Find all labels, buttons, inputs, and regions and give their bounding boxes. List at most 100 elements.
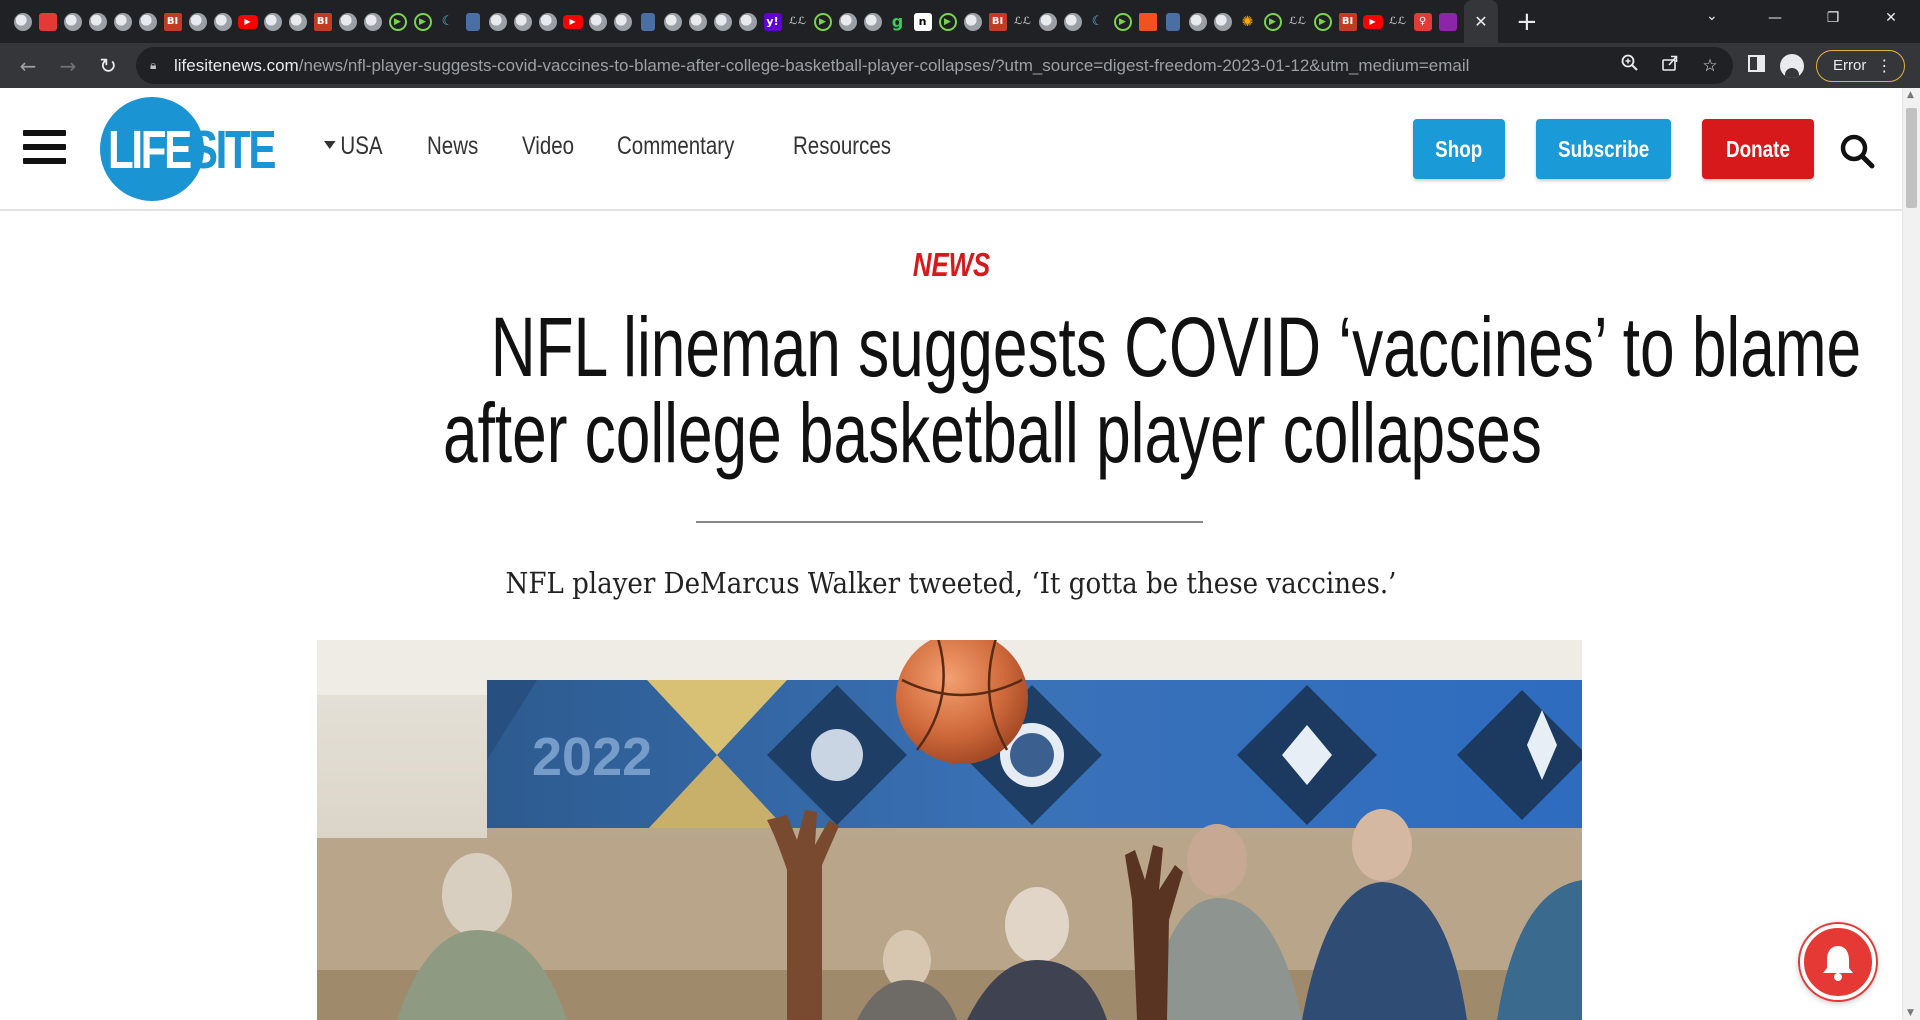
browser-tab[interactable]: [835, 0, 860, 43]
browser-tab[interactable]: [510, 0, 535, 43]
browser-tab[interactable]: BI: [985, 0, 1010, 43]
browser-tab[interactable]: [210, 0, 235, 43]
url-text[interactable]: lifesitenews.com/news/nfl-player-suggest…: [174, 56, 1469, 76]
browser-tab[interactable]: [1435, 0, 1460, 43]
browser-tab[interactable]: [110, 0, 135, 43]
browser-tab[interactable]: [660, 0, 685, 43]
minimize-button[interactable]: —: [1746, 10, 1804, 26]
donate-button[interactable]: Donate: [1702, 119, 1814, 179]
active-tab[interactable]: ✕: [1464, 0, 1498, 43]
bell-icon: [1823, 946, 1853, 981]
browser-tab[interactable]: [10, 0, 35, 43]
browser-tab[interactable]: ▶: [1260, 0, 1285, 43]
browser-tab[interactable]: ▶: [810, 0, 835, 43]
browser-tab[interactable]: ☾: [1085, 0, 1110, 43]
browser-tab[interactable]: [335, 0, 360, 43]
close-tab-icon[interactable]: ✕: [1474, 12, 1487, 31]
close-window-button[interactable]: ✕: [1862, 10, 1920, 26]
restore-button[interactable]: ❐: [1804, 10, 1862, 26]
nav-news[interactable]: News: [427, 132, 478, 161]
browser-tab[interactable]: y!: [760, 0, 785, 43]
page-scrollbar[interactable]: ▲ ▼: [1902, 88, 1920, 1020]
browser-tab[interactable]: ▶: [1360, 0, 1385, 43]
browser-tab[interactable]: [1060, 0, 1085, 43]
globe-favicon-icon: [188, 12, 207, 31]
scroll-down-icon[interactable]: ▼: [1907, 1008, 1914, 1018]
browser-tab[interactable]: BI: [310, 0, 335, 43]
browser-tab[interactable]: ▶: [410, 0, 435, 43]
address-bar[interactable]: 🔒︎ lifesitenews.com/news/nfl-player-sugg…: [136, 47, 1733, 84]
scroll-thumb[interactable]: [1906, 108, 1917, 208]
browser-tab[interactable]: [60, 0, 85, 43]
browser-tab[interactable]: [360, 0, 385, 43]
region-selector[interactable]: USA: [324, 132, 383, 161]
side-panel-icon[interactable]: [1744, 54, 1768, 77]
browser-tab[interactable]: ▶: [1310, 0, 1335, 43]
browser-tab[interactable]: [735, 0, 760, 43]
browser-tab[interactable]: [960, 0, 985, 43]
profile-avatar-icon[interactable]: [1780, 53, 1804, 78]
subscribe-button[interactable]: Subscribe: [1536, 119, 1671, 179]
browser-tab[interactable]: ℒℒ: [1010, 0, 1035, 43]
browser-tab[interactable]: [1185, 0, 1210, 43]
browser-tab[interactable]: [460, 0, 485, 43]
browser-tab[interactable]: [1035, 0, 1060, 43]
browser-tab[interactable]: ▶: [1110, 0, 1135, 43]
nav-commentary[interactable]: Commentary: [617, 132, 734, 161]
browser-tab[interactable]: BI: [160, 0, 185, 43]
lifesite-logo[interactable]: LIFESITE: [100, 97, 277, 201]
browser-tab[interactable]: ▶: [935, 0, 960, 43]
share-icon[interactable]: [1657, 54, 1683, 77]
globe-favicon-icon: [488, 12, 507, 31]
zoom-icon[interactable]: [1617, 54, 1643, 77]
browser-tab[interactable]: ☾: [435, 0, 460, 43]
forward-button[interactable]: →: [48, 46, 88, 86]
browser-tab[interactable]: ℒℒ: [1285, 0, 1310, 43]
browser-tab[interactable]: ▶: [385, 0, 410, 43]
browser-tab[interactable]: ▶: [560, 0, 585, 43]
browser-tab[interactable]: [535, 0, 560, 43]
browser-tab[interactable]: BI: [1335, 0, 1360, 43]
caret-down-icon: [324, 141, 336, 150]
back-button[interactable]: ←: [8, 46, 48, 86]
browser-tab[interactable]: [860, 0, 885, 43]
browser-tab[interactable]: g: [885, 0, 910, 43]
browser-tab[interactable]: [85, 0, 110, 43]
bookmark-star-icon[interactable]: ☆: [1697, 56, 1723, 76]
browser-tab[interactable]: [685, 0, 710, 43]
notification-bell-button[interactable]: [1800, 924, 1876, 1000]
browser-tab[interactable]: ♀: [1410, 0, 1435, 43]
new-tab-button[interactable]: +: [1516, 9, 1538, 35]
browser-tab[interactable]: n: [910, 0, 935, 43]
browser-tab[interactable]: [185, 0, 210, 43]
browser-tab[interactable]: ✺: [1235, 0, 1260, 43]
browser-tab[interactable]: [1210, 0, 1235, 43]
browser-tab[interactable]: [710, 0, 735, 43]
shop-button[interactable]: Shop: [1413, 119, 1505, 179]
tab-search-icon[interactable]: ⌄: [1706, 8, 1718, 24]
browser-tab[interactable]: ℒℒ: [1385, 0, 1410, 43]
browser-tab[interactable]: [485, 0, 510, 43]
browser-tab[interactable]: [135, 0, 160, 43]
browser-tab[interactable]: ℒℒ: [785, 0, 810, 43]
browser-tab[interactable]: ▶: [235, 0, 260, 43]
browser-tab[interactable]: [1160, 0, 1185, 43]
play-favicon-icon: ▶: [938, 12, 957, 31]
browser-tab[interactable]: [1135, 0, 1160, 43]
reload-button[interactable]: ↻: [88, 46, 128, 86]
globe-favicon-icon: [338, 12, 357, 31]
search-icon[interactable]: [1839, 133, 1875, 169]
browser-tab[interactable]: [635, 0, 660, 43]
lock-icon[interactable]: 🔒︎: [150, 58, 164, 73]
article-category[interactable]: NEWS: [0, 246, 1902, 284]
nav-resources[interactable]: Resources: [793, 132, 891, 161]
browser-tab[interactable]: [285, 0, 310, 43]
browser-tab[interactable]: [610, 0, 635, 43]
nav-video[interactable]: Video: [522, 132, 574, 161]
browser-tab[interactable]: [260, 0, 285, 43]
scroll-up-icon[interactable]: ▲: [1907, 90, 1914, 100]
error-button[interactable]: Error ⋮: [1816, 49, 1906, 82]
hamburger-menu-icon[interactable]: [23, 130, 66, 164]
browser-tab[interactable]: [585, 0, 610, 43]
browser-tab[interactable]: [35, 0, 60, 43]
